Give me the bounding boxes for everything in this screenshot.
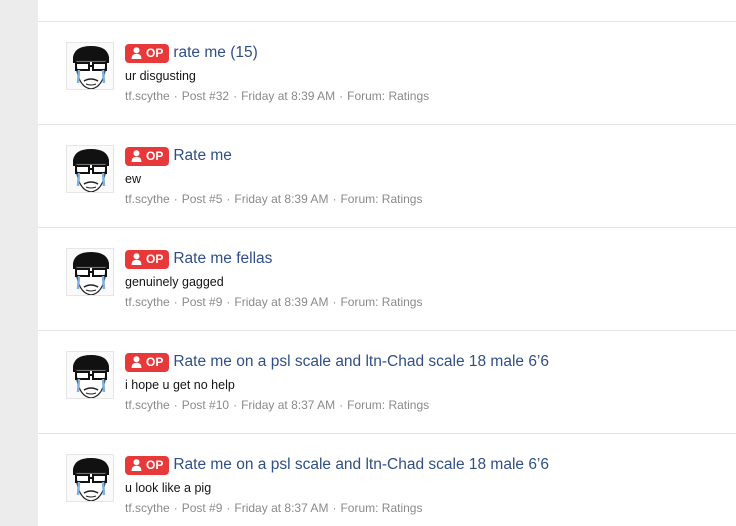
op-badge: OP [125,249,170,269]
thread-title-link[interactable]: Rate me on a psl scale and ltn-Chad scal… [173,456,549,474]
post-number-link[interactable]: Post #9 [182,501,223,515]
author-link[interactable]: tf.scythe [125,192,170,206]
search-results-panel: OP rate me (15) ur disgusting tf.scythe ·… [38,0,736,526]
forum-link[interactable]: Forum: Ratings [340,295,422,309]
post-time: Friday at 8:39 AM [241,89,336,103]
search-result: OP rate me (15) ur disgusting tf.scythe ·… [38,22,736,125]
post-snippet: ew [125,172,141,186]
post-number-link[interactable]: Post #32 [182,89,229,103]
post-time: Friday at 8:39 AM [234,295,329,309]
post-time: Friday at 8:37 AM [234,501,329,515]
search-result: OP Rate me on a psl scale and ltn-Chad s… [38,331,736,434]
forum-link[interactable]: Forum: Ratings [340,192,422,206]
post-time: Friday at 8:37 AM [241,398,336,412]
post-snippet: genuinely gagged [125,275,224,289]
user-icon [131,356,142,368]
op-badge: OP [125,455,170,475]
op-badge-label: OP [146,46,164,60]
user-icon [131,253,142,265]
forum-link[interactable]: Forum: Ratings [340,501,422,515]
author-link[interactable]: tf.scythe [125,501,170,515]
forum-link[interactable]: Forum: Ratings [347,89,429,103]
op-badge-label: OP [146,252,164,266]
forum-link[interactable]: Forum: Ratings [347,398,429,412]
op-badge: OP [125,352,170,372]
author-link[interactable]: tf.scythe [125,398,170,412]
left-gutter [0,0,38,526]
user-icon [131,459,142,471]
avatar[interactable] [66,454,114,502]
thread-title-link[interactable]: rate me (15) [173,44,257,62]
post-meta: tf.scythe · Post #32 · Friday at 8:39 AM · For… [125,89,430,103]
thread-title-link[interactable]: Rate me [173,147,232,165]
post-snippet: ur disgusting [125,69,196,83]
search-result: OP Rate me fellas genuinely gagged tf.sc… [38,228,736,331]
post-number-link[interactable]: Post #5 [182,192,223,206]
op-badge: OP [125,43,170,63]
user-icon [131,47,142,59]
op-badge-label: OP [146,458,164,472]
avatar[interactable] [66,145,114,193]
post-meta: tf.scythe · Post #5 · Friday at 8:39 AM · Foru… [125,192,423,206]
op-badge: OP [125,146,170,166]
thread-title-link[interactable]: Rate me on a psl scale and ltn-Chad scal… [173,353,549,371]
post-number-link[interactable]: Post #9 [182,295,223,309]
avatar[interactable] [66,248,114,296]
post-meta: tf.scythe · Post #9 · Friday at 8:39 AM · Foru… [125,295,423,309]
op-badge-label: OP [146,149,164,163]
search-result: OP Rate me ew tf.scythe · Post #5 · Friday a… [38,125,736,228]
post-meta: tf.scythe · Post #10 · Friday at 8:37 AM · For… [125,398,430,412]
post-snippet: i hope u get no help [125,378,235,392]
avatar[interactable] [66,351,114,399]
post-snippet: u look like a pig [125,481,212,495]
thread-title-link[interactable]: Rate me fellas [173,250,272,268]
post-time: Friday at 8:39 AM [234,192,329,206]
user-icon [131,150,142,162]
search-result: OP Rate me on a psl scale and ltn-Chad s… [38,434,736,526]
post-number-link[interactable]: Post #10 [182,398,229,412]
author-link[interactable]: tf.scythe [125,295,170,309]
post-meta: tf.scythe · Post #9 · Friday at 8:37 AM · Foru… [125,501,423,515]
author-link[interactable]: tf.scythe [125,89,170,103]
op-badge-label: OP [146,355,164,369]
avatar[interactable] [66,42,114,90]
